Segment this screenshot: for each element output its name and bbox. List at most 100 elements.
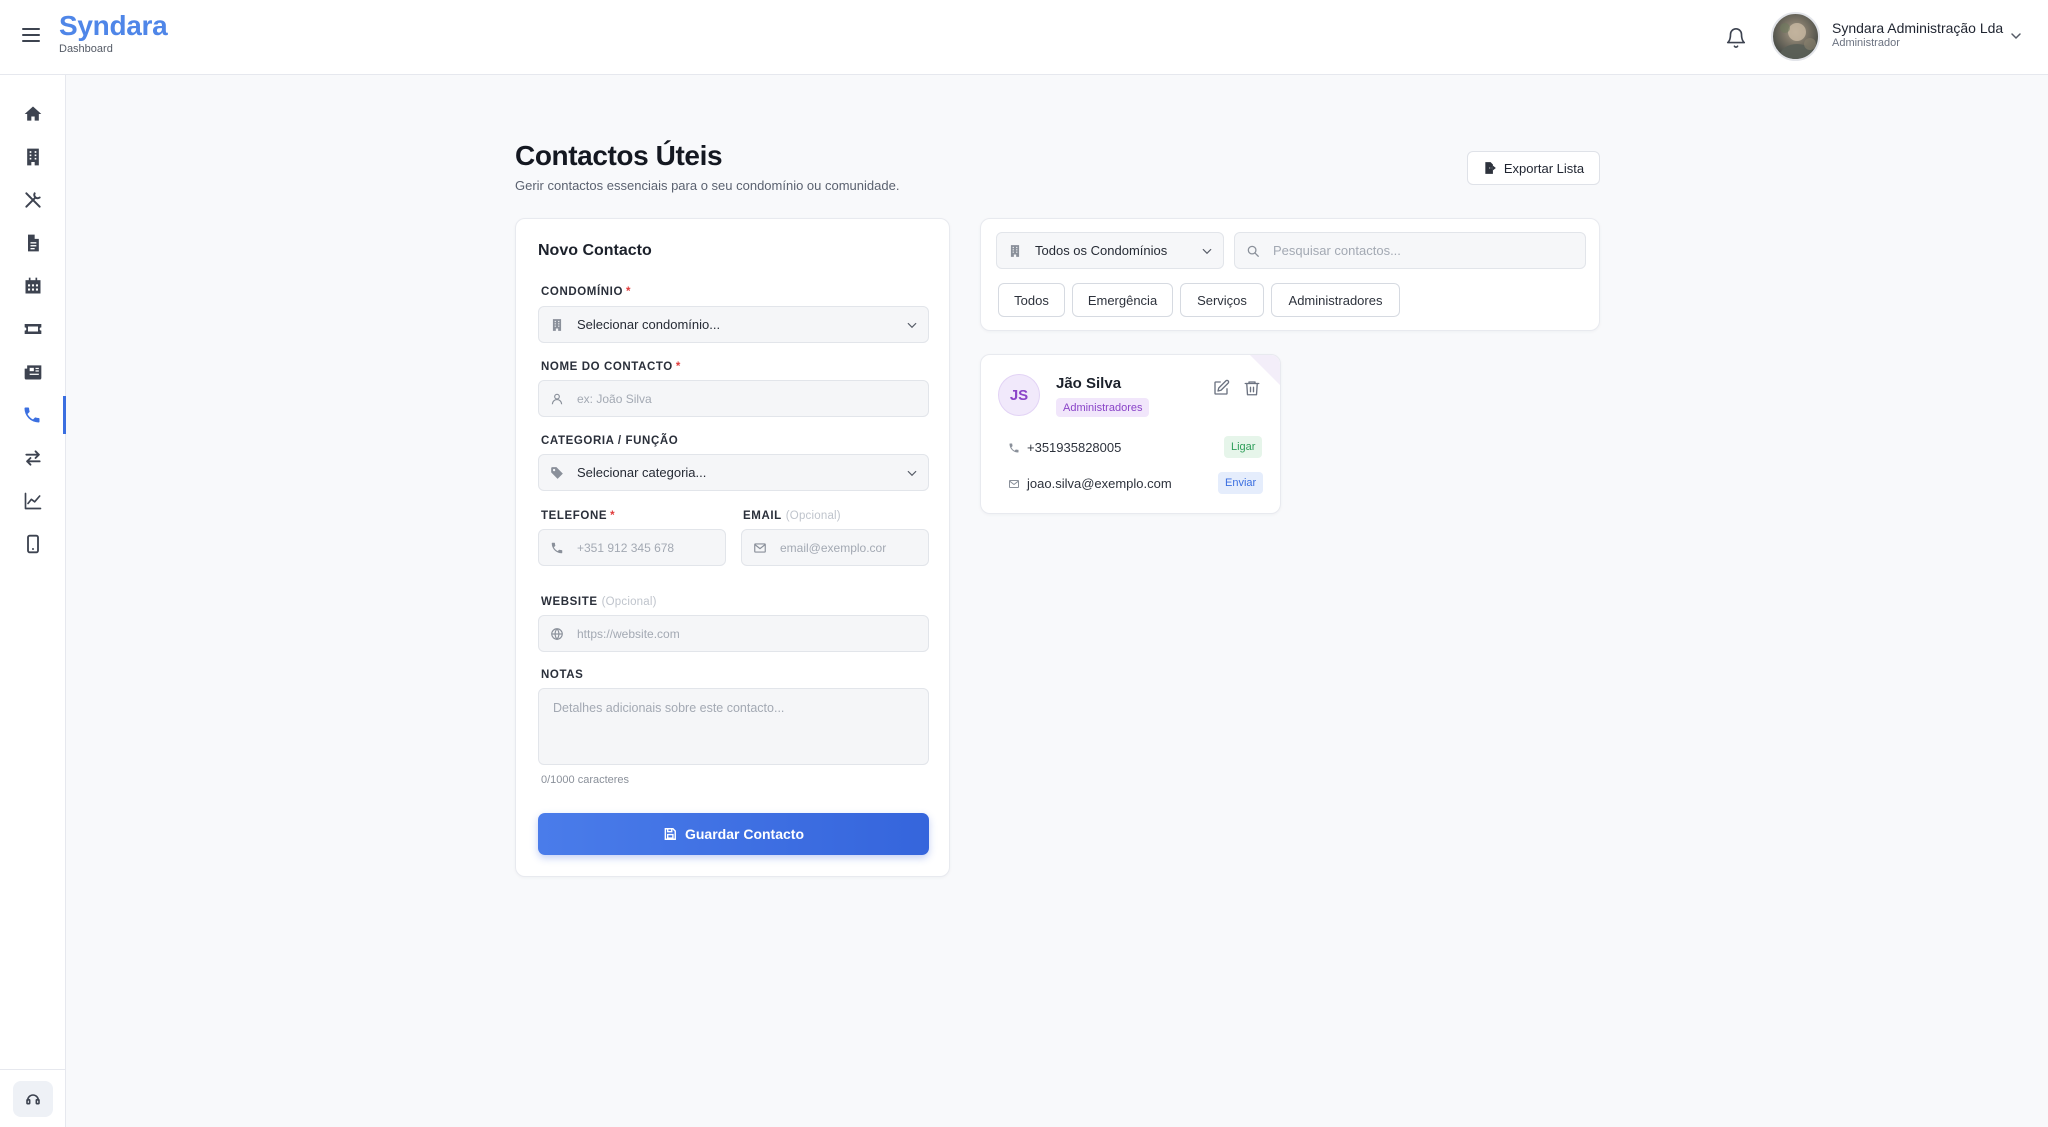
page-subtitle: Gerir contactos essenciais para o seu co… (515, 178, 900, 193)
bell-icon[interactable] (1725, 27, 1747, 49)
top-header: Syndara Dashboard Syndara Administração … (0, 0, 2048, 75)
globe-icon (551, 627, 563, 640)
user-name: Syndara Administração Lda (1832, 20, 2004, 36)
notas-textarea[interactable]: Detalhes adicionais sobre este contacto.… (538, 688, 929, 765)
chart-line-icon (24, 492, 42, 510)
building-icon (1010, 244, 1020, 257)
envelope-icon (1009, 480, 1019, 488)
contact-avatar: JS (998, 374, 1040, 416)
categoria-select[interactable]: Selecionar categoria... (538, 454, 929, 491)
telefone-input[interactable]: +351 912 345 678 (538, 529, 726, 566)
notas-label: NOTAS (541, 669, 584, 681)
notas-placeholder: Detalhes adicionais sobre este contacto.… (553, 701, 785, 715)
website-placeholder: https://website.com (577, 626, 680, 641)
sidebar-item-documents[interactable] (0, 224, 66, 262)
filter-chip-administradores[interactable]: Administradores (1271, 283, 1400, 317)
save-contact-label: Guardar Contacto (684, 826, 804, 842)
filter-chip-servicos[interactable]: Serviços (1180, 283, 1264, 317)
contact-category-badge: Administradores (1056, 398, 1150, 417)
document-icon (28, 234, 39, 252)
phone-icon (551, 542, 563, 553)
save-contact-button[interactable]: Guardar Contacto (538, 813, 929, 855)
form-title: Novo Contacto (538, 242, 652, 259)
support-icon (26, 1094, 40, 1105)
tools-icon (25, 192, 41, 208)
news-icon (24, 365, 42, 380)
sidebar-item-contacts[interactable] (0, 396, 66, 434)
send-email-button[interactable]: Enviar (1218, 472, 1264, 494)
sidebar-item-transfers[interactable] (0, 439, 66, 477)
file-export-icon (1485, 162, 1496, 174)
nome-input[interactable]: ex: João Silva (538, 380, 929, 417)
nome-placeholder: ex: João Silva (577, 391, 652, 406)
phone-icon (24, 407, 39, 423)
condominio-filter-value: Todos os Condomínios (1035, 243, 1168, 258)
filter-chip-todos[interactable]: Todos (998, 283, 1065, 317)
exchange-icon (25, 450, 41, 466)
email-input[interactable]: email@exemplo.cor (741, 529, 929, 566)
contact-card: JS Jão Silva Administradores +3519358280… (980, 354, 1281, 514)
export-list-label: Exportar Lista (1503, 160, 1585, 176)
telefone-placeholder: +351 912 345 678 (577, 540, 675, 555)
condominio-select[interactable]: Selecionar condomínio... (538, 306, 929, 343)
edit-icon[interactable] (1212, 379, 1230, 397)
save-icon (664, 828, 676, 840)
filter-chip-emergencia[interactable]: Emergência (1072, 283, 1173, 317)
chevron-down-icon[interactable] (2008, 28, 2024, 44)
chevron-down-icon (907, 322, 917, 328)
page-title: Contactos Úteis (515, 140, 723, 171)
website-label: WEBSITE (Opcional) (541, 596, 657, 608)
export-list-button[interactable]: Exportar Lista (1467, 151, 1600, 185)
trash-icon[interactable] (1243, 379, 1261, 397)
search-icon (1247, 245, 1259, 257)
sidebar-item-payments[interactable] (0, 310, 66, 348)
building-icon (552, 318, 562, 331)
sidebar-divider (0, 1069, 66, 1070)
brand[interactable]: Syndara Dashboard (59, 10, 168, 55)
email-placeholder: email@exemplo.cor (780, 540, 887, 555)
envelope-icon (754, 542, 766, 553)
menu-toggle-icon[interactable] (22, 28, 40, 44)
sidebar-item-buildings[interactable] (0, 138, 66, 176)
char-counter: 0/1000 caracteres (541, 774, 630, 786)
user-icon (551, 393, 563, 404)
support-button[interactable] (13, 1081, 53, 1117)
contact-name: Jão Silva (1056, 375, 1122, 392)
sidebar-item-maintenance[interactable] (0, 181, 66, 219)
telefone-label: TELEFONE * (541, 510, 616, 522)
calendar-icon (25, 277, 41, 294)
nome-label: NOME DO CONTACTO * (541, 361, 681, 373)
brand-name: Syndara (59, 10, 168, 41)
sidebar-item-news[interactable] (0, 353, 66, 391)
filter-panel: Todos os Condomínios Pesquisar contactos… (980, 218, 1600, 331)
building-icon (27, 148, 39, 166)
brand-subtitle: Dashboard (59, 43, 113, 55)
home-icon (24, 106, 42, 121)
email-label: EMAIL (Opcional) (743, 510, 841, 522)
categoria-select-value: Selecionar categoria... (577, 465, 707, 480)
call-button[interactable]: Ligar (1224, 436, 1263, 458)
chevron-down-icon (1202, 248, 1212, 254)
mobile-icon (27, 534, 39, 554)
contact-email[interactable]: joao.silva@exemplo.com (1027, 476, 1172, 491)
condominio-label: CONDOMÍNIO * (541, 286, 632, 298)
sidebar-item-mobile[interactable] (0, 525, 66, 563)
user-avatar[interactable] (1771, 12, 1820, 61)
sidebar-item-reports[interactable] (0, 482, 66, 520)
sidebar-item-home[interactable] (0, 95, 66, 133)
tag-icon (551, 466, 563, 479)
chevron-down-icon (907, 470, 917, 476)
user-role: Administrador (1832, 37, 1900, 49)
categoria-label: CATEGORIA / FUNÇÃO (541, 435, 679, 447)
phone-icon (1009, 443, 1019, 453)
condominio-select-value: Selecionar condomínio... (577, 317, 721, 332)
contact-phone[interactable]: +351935828005 (1027, 440, 1121, 455)
condominio-filter-select[interactable]: Todos os Condomínios (996, 232, 1224, 269)
sidebar (0, 75, 66, 1127)
search-placeholder: Pesquisar contactos... (1273, 243, 1401, 258)
website-input[interactable]: https://website.com (538, 615, 929, 652)
sidebar-item-calendar[interactable] (0, 267, 66, 305)
search-input[interactable]: Pesquisar contactos... (1234, 232, 1586, 269)
ticket-icon (24, 324, 42, 334)
new-contact-form: Novo Contacto CONDOMÍNIO * Selecionar con… (515, 218, 950, 877)
